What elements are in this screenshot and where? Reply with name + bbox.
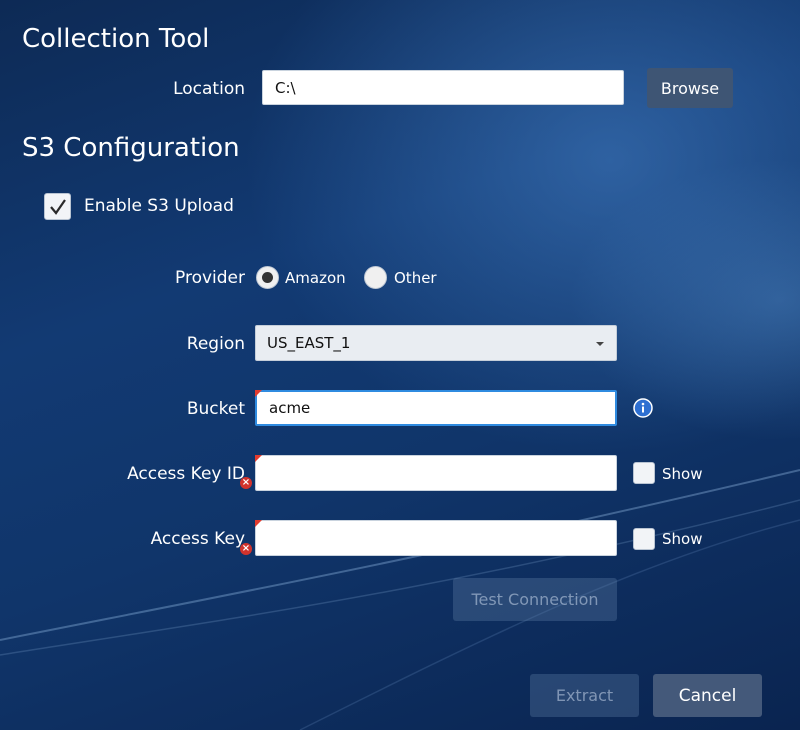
collection-heading: Collection Tool xyxy=(22,24,210,54)
test-connection-button[interactable]: Test Connection xyxy=(453,578,617,621)
bucket-input[interactable] xyxy=(255,390,617,426)
region-label: Region xyxy=(186,334,245,354)
required-marker xyxy=(255,455,262,462)
location-label: Location xyxy=(173,79,245,99)
error-icon: × xyxy=(240,477,252,489)
extract-button[interactable]: Extract xyxy=(530,674,639,717)
bucket-label: Bucket xyxy=(186,399,245,419)
s3-heading: S3 Configuration xyxy=(22,133,240,163)
show-access-key-id-checkbox[interactable] xyxy=(633,462,655,484)
provider-amazon-radio[interactable] xyxy=(256,266,279,289)
background-swoosh xyxy=(0,469,800,730)
dropdown-arrow-icon xyxy=(596,342,604,346)
provider-label: Provider xyxy=(175,268,245,288)
checkmark-icon xyxy=(49,198,66,215)
location-input[interactable] xyxy=(262,70,624,105)
access-key-label: Access Key xyxy=(150,529,245,549)
region-select[interactable]: US_EAST_1 xyxy=(255,325,617,361)
region-value: US_EAST_1 xyxy=(267,334,351,352)
access-key-input[interactable] xyxy=(255,520,617,556)
error-icon: × xyxy=(240,543,252,555)
required-marker xyxy=(255,520,262,527)
provider-other-label: Other xyxy=(394,269,437,287)
browse-button[interactable]: Browse xyxy=(647,68,733,108)
enable-s3-checkbox[interactable] xyxy=(44,193,71,220)
provider-other-radio[interactable] xyxy=(364,266,387,289)
access-key-id-input[interactable] xyxy=(255,455,617,491)
cancel-button[interactable]: Cancel xyxy=(653,674,762,717)
provider-amazon-label: Amazon xyxy=(285,269,346,287)
show-access-key-checkbox[interactable] xyxy=(633,528,655,550)
radio-selected-dot xyxy=(262,272,273,283)
enable-s3-label: Enable S3 Upload xyxy=(84,196,234,216)
info-icon[interactable] xyxy=(633,398,653,418)
access-key-id-label: Access Key ID xyxy=(127,464,245,484)
show-access-key-label: Show xyxy=(662,530,703,548)
required-marker xyxy=(255,390,262,397)
show-access-key-id-label: Show xyxy=(662,465,703,483)
